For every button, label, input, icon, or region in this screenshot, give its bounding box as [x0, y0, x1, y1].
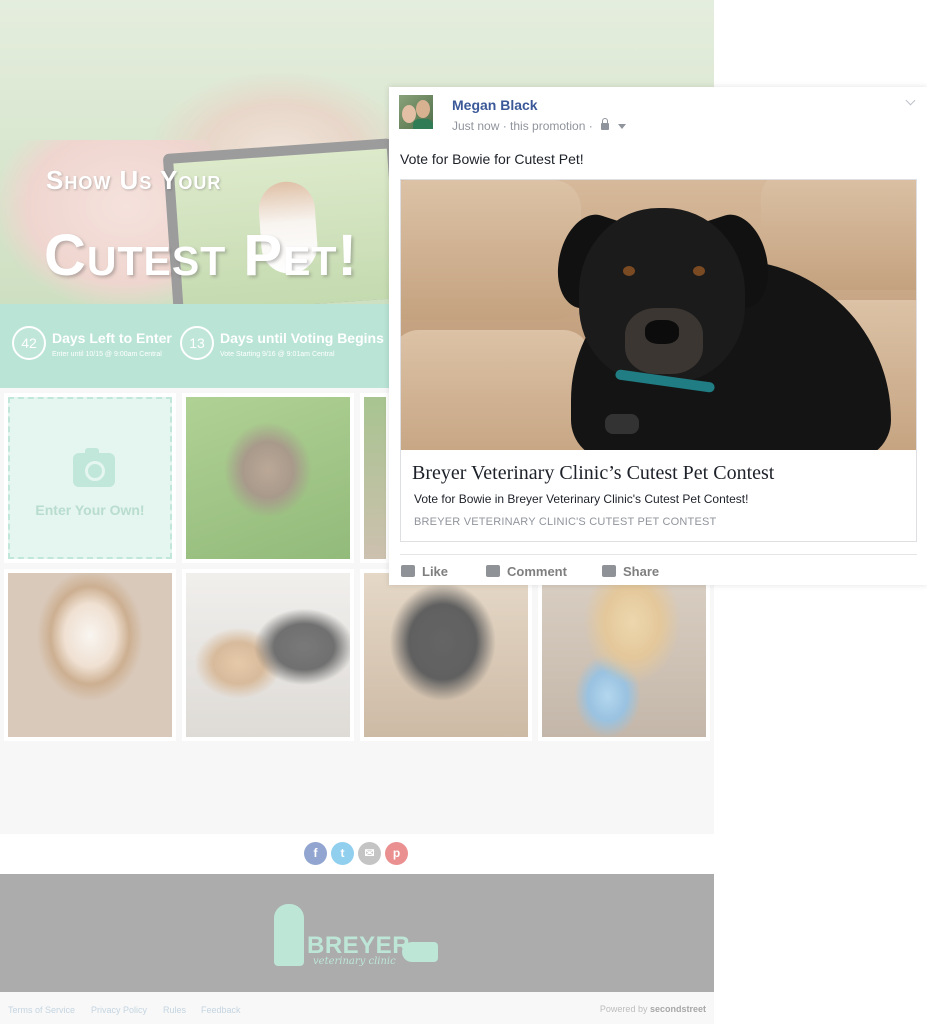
thumbs-up-icon: [401, 565, 415, 577]
link-preview-text: Breyer Veterinary Clinic’s Cutest Pet Co…: [401, 450, 916, 541]
share-label: Share: [623, 564, 660, 579]
like-label: Like: [422, 564, 449, 579]
post-options-chevron-icon[interactable]: [907, 97, 917, 105]
audience-dropdown-icon[interactable]: [618, 124, 627, 129]
share-arrow-icon: [602, 565, 616, 577]
comment-label: Comment: [507, 564, 567, 579]
comment-icon: [486, 565, 500, 577]
like-button[interactable]: Like: [401, 564, 448, 579]
avatar[interactable]: [399, 95, 433, 129]
share-button[interactable]: Share: [602, 564, 659, 579]
link-preview-image: [401, 180, 916, 450]
post-meta-text: Just now · this promotion ·: [452, 119, 593, 133]
post-status-text: Vote for Bowie for Cutest Pet!: [400, 151, 584, 167]
facebook-post-card: Megan Black Just now · this promotion · …: [389, 87, 927, 585]
post-meta: Just now · this promotion ·: [452, 118, 627, 133]
divider: [400, 554, 917, 555]
link-preview[interactable]: Breyer Veterinary Clinic’s Cutest Pet Co…: [400, 179, 917, 542]
link-preview-title: Breyer Veterinary Clinic’s Cutest Pet Co…: [412, 462, 775, 484]
lock-icon: [601, 118, 610, 130]
post-author-name[interactable]: Megan Black: [452, 97, 538, 113]
link-preview-domain: BREYER VETERINARY CLINIC'S CUTEST PET CO…: [414, 516, 717, 528]
comment-button[interactable]: Comment: [486, 564, 567, 579]
link-preview-description: Vote for Bowie in Breyer Veterinary Clin…: [414, 492, 749, 506]
